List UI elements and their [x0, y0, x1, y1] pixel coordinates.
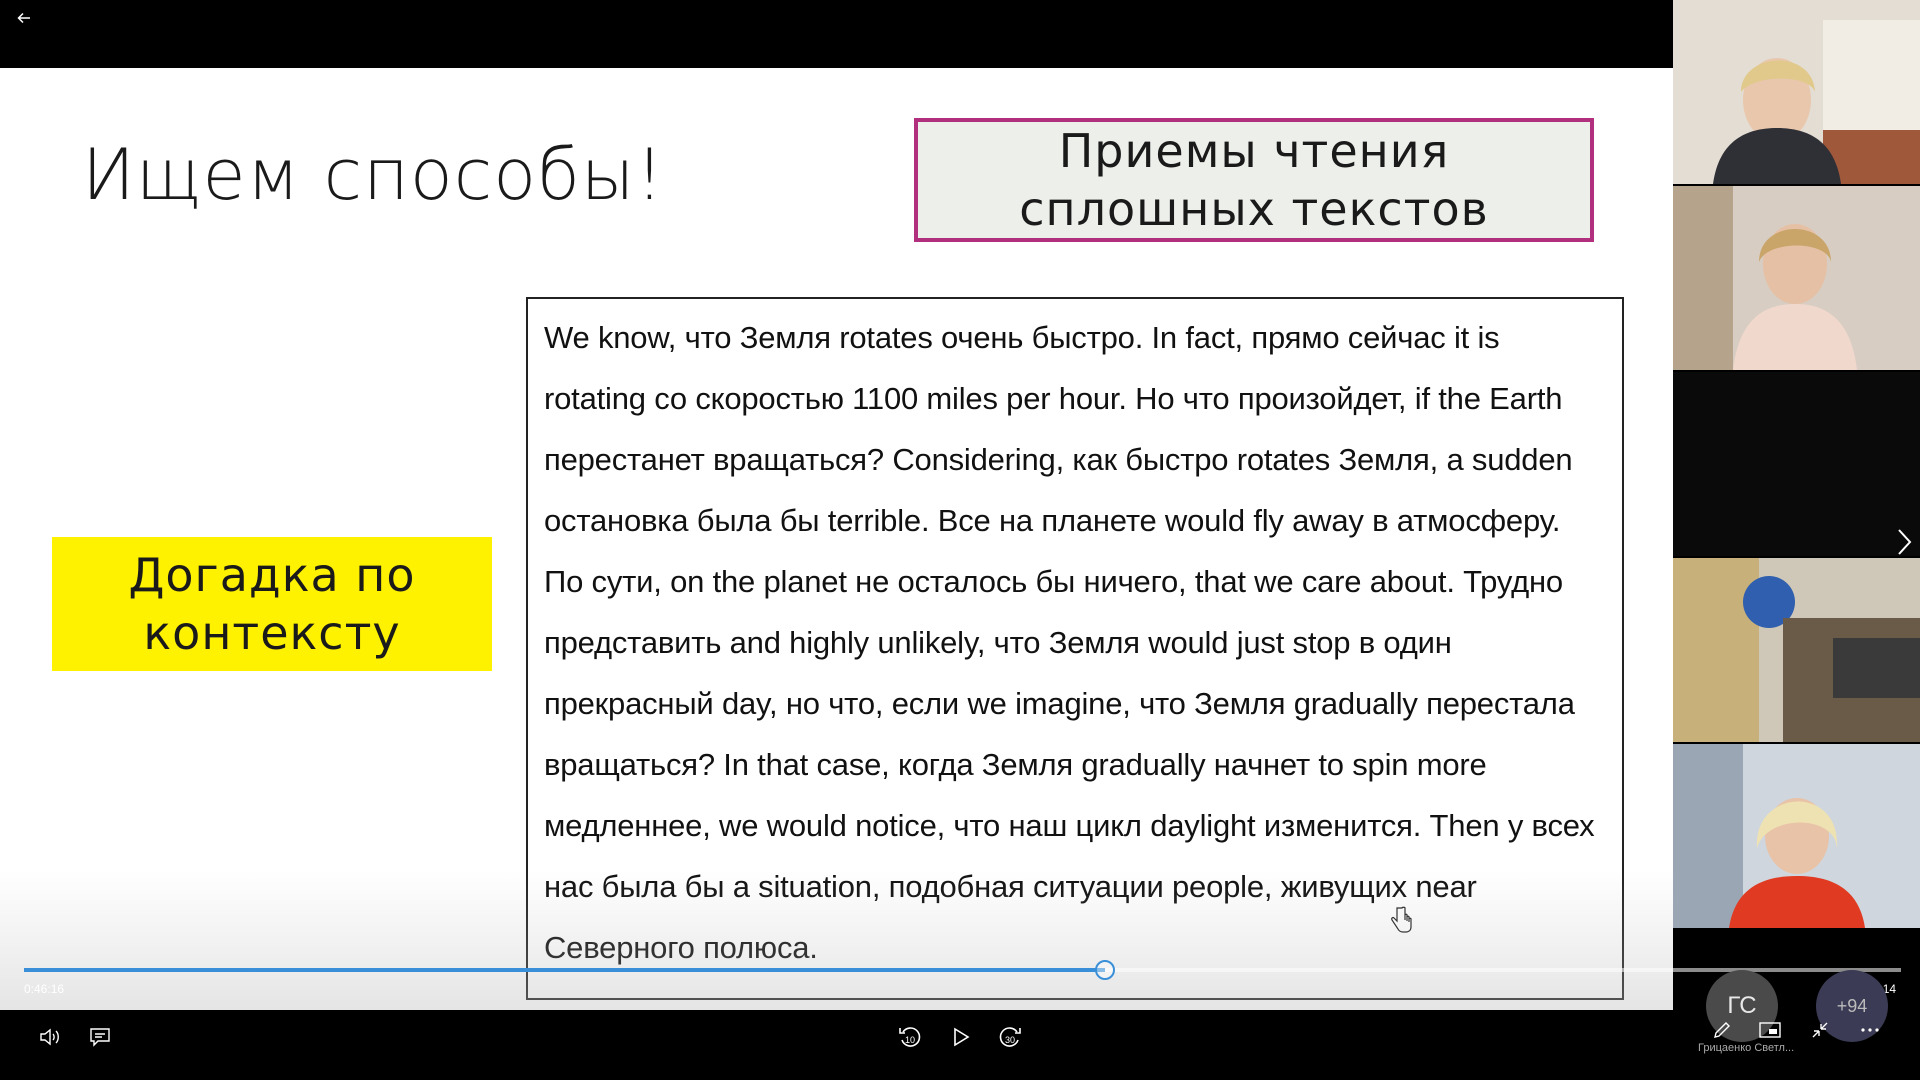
text-line: вращаться? In that case, когда Земля gra… — [544, 747, 1487, 782]
participant-video[interactable] — [1673, 0, 1920, 184]
forward-button[interactable]: 30 — [993, 1020, 1027, 1054]
presentation-slide: Ищем способы! Приемы чтения сплошных тек… — [0, 68, 1673, 1010]
seek-handle[interactable] — [1095, 960, 1116, 980]
text-line: По сути, on the planet не осталось бы ни… — [544, 564, 1563, 599]
participants-panel — [1673, 0, 1920, 1010]
rewind-button[interactable]: 10 — [893, 1020, 927, 1054]
back-arrow-icon — [17, 12, 30, 24]
text-line: нас была бы a situation, подобная ситуац… — [544, 869, 1477, 904]
participant-video[interactable] — [1673, 744, 1920, 928]
elapsed-time: 0:46:16 — [24, 982, 65, 996]
extra-count: +94 — [1836, 995, 1868, 1016]
seek-bar-fill — [24, 968, 1106, 972]
captions-icon — [90, 1028, 110, 1047]
context-guess-box: Догадка по контексту — [52, 537, 492, 671]
picture-in-picture-icon — [1759, 1022, 1781, 1038]
participant-video[interactable] — [1673, 186, 1920, 370]
back-button[interactable] — [12, 6, 36, 30]
text-line: rotating со скоростью 1100 miles per hou… — [544, 381, 1563, 416]
method-box: Приемы чтения сплошных текстов — [914, 118, 1594, 242]
text-line: медленнее, we would notice, что наш цикл… — [544, 808, 1595, 843]
more-icon — [1861, 1028, 1879, 1032]
reading-text-box: We know, что Земля rotates очень быстро.… — [526, 297, 1624, 1000]
play-button[interactable] — [944, 1020, 978, 1054]
text-line: представить and highly unlikely, что Зем… — [544, 625, 1452, 660]
minimize-button[interactable] — [1806, 1016, 1834, 1044]
forward-30-icon: 30 — [999, 1027, 1021, 1047]
video-player: Ищем способы! Приемы чтения сплошных тек… — [0, 0, 1920, 1080]
volume-icon — [40, 1028, 59, 1046]
minimize-icon — [1812, 1022, 1828, 1038]
text-line: остановка была бы terrible. Все на плане… — [544, 503, 1561, 538]
text-line: прекрасный day, но что, если we imagine,… — [544, 686, 1575, 721]
hand-cursor-icon — [1391, 906, 1412, 933]
text-line: перестанет вращаться? Considering, как б… — [544, 442, 1573, 477]
captions-button[interactable] — [84, 1022, 116, 1052]
seek-bar[interactable] — [24, 960, 1901, 980]
rewind-label: 10 — [905, 1035, 915, 1045]
forward-label: 30 — [1005, 1035, 1015, 1045]
volume-button[interactable] — [34, 1022, 66, 1052]
context-guess-text: Догадка по контексту — [128, 548, 416, 660]
more-button[interactable] — [1856, 1016, 1884, 1044]
top-bar — [0, 0, 1673, 68]
rewind-10-icon: 10 — [899, 1027, 921, 1047]
participant-video[interactable] — [1673, 558, 1920, 742]
next-participants-icon[interactable] — [1894, 526, 1914, 558]
participant-video-off[interactable] — [1673, 372, 1920, 556]
pip-button[interactable] — [1756, 1016, 1784, 1044]
pen-icon — [1714, 1022, 1730, 1038]
annotate-button[interactable] — [1708, 1016, 1736, 1044]
play-icon — [954, 1027, 970, 1047]
method-box-text: Приемы чтения сплошных текстов — [1019, 124, 1489, 236]
slide-title: Ищем способы! — [82, 134, 665, 216]
control-bar: 10 30 ГС Грицаенко Светл... +94 — [0, 970, 1920, 1080]
text-line: We know, что Земля rotates очень быстро.… — [544, 320, 1500, 355]
